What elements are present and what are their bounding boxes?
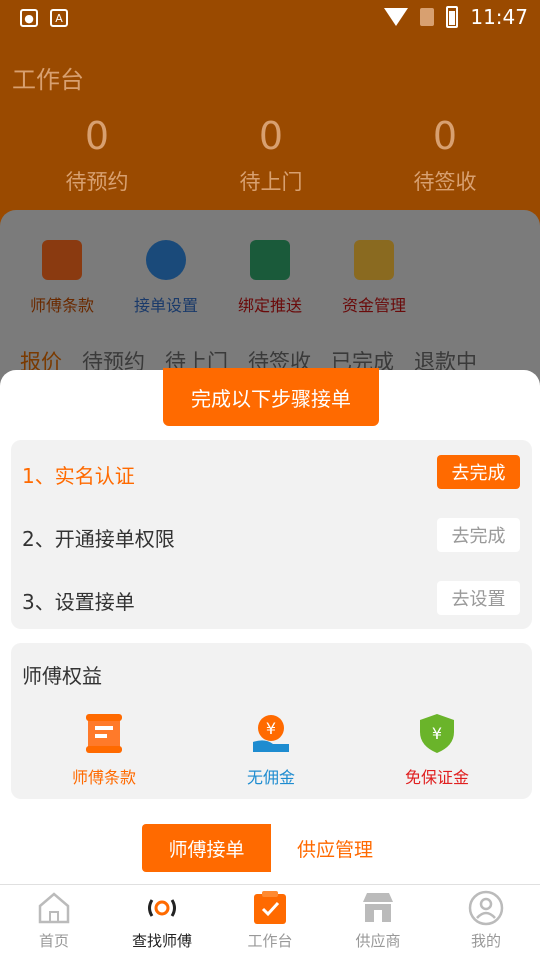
wifi-icon — [384, 8, 409, 26]
a-box-icon: A — [50, 9, 68, 27]
status-time: 11:47 — [470, 5, 528, 29]
nav-label: 首页 — [38, 932, 69, 950]
quick-action-label: 资金管理 — [341, 296, 406, 315]
find-master-icon — [144, 890, 180, 926]
quick-action-label: 绑定推送 — [237, 296, 302, 315]
segment-master-orders[interactable]: 师傅接单 — [142, 824, 271, 872]
step-open-permission-button[interactable]: 去完成 — [437, 518, 520, 552]
stat-pending-appointment[interactable]: 0 待预约 — [22, 112, 172, 196]
benefit-label: 免保证金 — [404, 768, 469, 787]
benefit-label: 无佣金 — [246, 768, 295, 787]
step-real-name-button[interactable]: 去完成 — [437, 455, 520, 489]
svg-text:¥: ¥ — [432, 724, 442, 743]
money-bag-icon — [354, 240, 394, 280]
stat-value: 0 — [432, 114, 458, 158]
nav-mine[interactable]: 我的 — [446, 890, 526, 951]
step-set-order: 3、设置接单 — [22, 590, 135, 614]
nav-label: 我的 — [470, 932, 501, 950]
scroll-icon — [42, 240, 82, 280]
benefit-master-terms[interactable]: 师傅条款 — [44, 712, 164, 788]
stat-label: 待签收 — [413, 170, 477, 194]
home-icon — [36, 890, 72, 926]
stat-label: 待上门 — [239, 170, 303, 194]
benefits-title: 师傅权益 — [22, 664, 102, 688]
battery-icon — [446, 6, 459, 28]
step-open-permission: 2、开通接单权限 — [22, 527, 175, 551]
stat-pending-visit[interactable]: 0 待上门 — [196, 112, 346, 196]
nav-supplier[interactable]: 供应商 — [338, 890, 418, 951]
status-bar: ● A 11:47 — [0, 0, 540, 36]
shield-yen-icon: ¥ — [417, 712, 457, 754]
user-icon — [468, 890, 504, 926]
sim-icon — [420, 8, 435, 26]
quick-action-bind-push[interactable]: 绑定推送 — [220, 240, 320, 316]
step-real-name: 1、实名认证 — [22, 464, 135, 488]
gear-icon — [146, 240, 186, 280]
store-icon — [360, 890, 396, 926]
quick-action-label: 接单设置 — [133, 296, 198, 315]
lock-icon: ● — [20, 9, 38, 27]
stat-value: 0 — [84, 114, 110, 158]
quick-action-label: 师傅条款 — [29, 296, 94, 315]
nav-label: 工作台 — [247, 932, 293, 950]
quick-action-fund-management[interactable]: 资金管理 — [324, 240, 424, 316]
page-title: 工作台 — [12, 66, 84, 94]
segment-supply-management[interactable]: 供应管理 — [271, 824, 399, 872]
benefit-label: 师傅条款 — [71, 768, 136, 787]
modal-title: 完成以下步骤接单 — [163, 368, 379, 426]
svg-text:¥: ¥ — [266, 719, 276, 738]
benefit-no-commission[interactable]: ¥ 无佣金 — [211, 712, 331, 788]
bind-icon — [250, 240, 290, 280]
nav-label: 查找师傅 — [131, 932, 192, 950]
benefit-no-deposit[interactable]: ¥ 免保证金 — [377, 712, 497, 788]
stat-value: 0 — [258, 114, 284, 158]
step-set-order-button[interactable]: 去设置 — [437, 581, 520, 615]
no-commission-icon: ¥ — [251, 712, 291, 754]
nav-find-master[interactable]: 查找师傅 — [122, 890, 202, 951]
stat-pending-signoff[interactable]: 0 待签收 — [370, 112, 520, 196]
quick-action-order-settings[interactable]: 接单设置 — [116, 240, 216, 316]
workbench-icon — [252, 890, 288, 926]
stat-label: 待预约 — [65, 170, 129, 194]
scroll-icon — [84, 712, 124, 754]
nav-workbench[interactable]: 工作台 — [230, 890, 310, 951]
nav-label: 供应商 — [355, 932, 401, 950]
nav-home[interactable]: 首页 — [14, 890, 94, 951]
quick-action-master-terms[interactable]: 师傅条款 — [12, 240, 112, 316]
